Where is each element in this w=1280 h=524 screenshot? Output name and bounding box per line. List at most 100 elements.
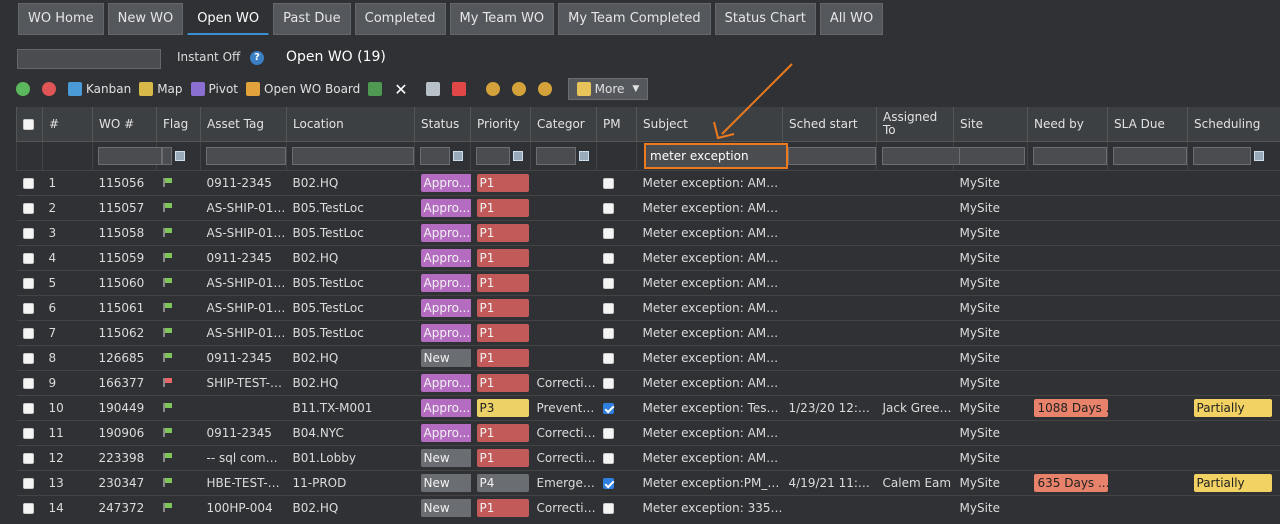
row-select-cell[interactable] [16, 270, 43, 296]
tab-completed[interactable]: Completed [354, 3, 446, 35]
table-row[interactable]: 3 115058 AS-SHIP-01_... B05.TestLoc Appro...… [16, 220, 1280, 246]
column-filter-input[interactable] [1113, 147, 1187, 165]
column-filter-input[interactable] [882, 147, 970, 165]
column-header-need-by[interactable]: Need by [1027, 107, 1108, 142]
column-header-sla-due[interactable]: SLA Due [1107, 107, 1188, 142]
wo-number[interactable]: 115062 [92, 320, 157, 346]
wo-number[interactable]: 223398 [92, 445, 157, 471]
kanban-button[interactable]: Kanban [68, 82, 131, 96]
column-filter-input[interactable] [536, 147, 576, 165]
row-checkbox[interactable] [22, 253, 34, 264]
filter-dropdown-icon[interactable] [453, 151, 463, 161]
map-button[interactable]: Map [139, 82, 183, 96]
column-filter-input[interactable] [1033, 147, 1107, 165]
filter-dropdown-icon[interactable] [579, 151, 589, 161]
wo-number[interactable]: 115057 [92, 195, 157, 221]
row-select-cell[interactable] [16, 445, 43, 471]
column-filter-input[interactable] [788, 147, 876, 165]
wo-number[interactable]: 190906 [92, 420, 157, 446]
tab-open-wo[interactable]: Open WO [187, 3, 270, 35]
row-select-cell[interactable] [16, 345, 43, 371]
row-checkbox[interactable] [22, 378, 34, 389]
table-row[interactable]: 14 247372 100HP-004 B02.HQ New P1 Corrective Me… [16, 495, 1280, 520]
pdf-button[interactable] [451, 82, 478, 96]
row-checkbox[interactable] [22, 203, 34, 214]
instant-toggle[interactable]: Instant Off [177, 50, 240, 64]
wo-number[interactable]: 166377 [92, 370, 157, 396]
row-select-cell[interactable] [16, 420, 43, 446]
wo-number[interactable]: 247372 [92, 495, 157, 520]
row-select-cell[interactable] [16, 245, 43, 271]
more-button[interactable]: More ▼ [567, 78, 649, 100]
column-filter-input[interactable] [98, 147, 162, 165]
tab-status-chart[interactable]: Status Chart [714, 3, 816, 35]
filter-dropdown-icon[interactable] [1254, 151, 1264, 161]
select-all-checkbox[interactable] [23, 118, 34, 130]
column-header-status[interactable]: Status [414, 107, 471, 142]
table-row[interactable]: 8 126685 0911-2345 B02.HQ New P1 Meter excepti… [16, 345, 1280, 371]
table-row[interactable]: 9 166377 SHIP-TEST-0... B02.HQ Appro... P1 Cor… [16, 370, 1280, 396]
table-row[interactable]: 10 190449 B11.TX-M001 Appro... P3 Preventive M… [16, 395, 1280, 421]
row-checkbox[interactable] [22, 328, 34, 339]
column-header-flag[interactable]: Flag [156, 107, 201, 142]
row-checkbox[interactable] [22, 278, 34, 289]
help-icon[interactable]: ? [250, 51, 264, 65]
tab-new-wo[interactable]: New WO [107, 3, 184, 35]
column-header-scheduling[interactable]: Scheduling [1187, 107, 1280, 142]
row-select-cell[interactable] [16, 195, 43, 221]
pivot-button[interactable]: Pivot [190, 82, 238, 96]
row-checkbox[interactable] [22, 303, 34, 314]
column-filter-input[interactable] [476, 147, 510, 165]
row-select-cell[interactable] [16, 470, 43, 496]
column-filter-input[interactable] [1193, 147, 1251, 165]
delete-button[interactable]: ✕ [394, 80, 417, 99]
table-row[interactable]: 7 115062 AS-SHIP-01_... B05.TestLoc Appro...… [16, 320, 1280, 346]
wo-number[interactable]: 115059 [92, 245, 157, 271]
table-row[interactable]: 12 223398 -- sql comm... B01.Lobby New P1 Corr… [16, 445, 1280, 471]
row-checkbox[interactable] [22, 503, 34, 514]
row-select-cell[interactable] [16, 295, 43, 321]
open-wo-board-button[interactable]: Open WO Board [246, 82, 360, 96]
table-row[interactable]: 13 230347 HBE-TEST-003 11-PROD New P4 Emergenc… [16, 470, 1280, 496]
print-button[interactable] [425, 82, 444, 96]
row-select-cell[interactable] [16, 220, 43, 246]
column-filter-input[interactable] [162, 147, 172, 165]
tab-past-due[interactable]: Past Due [273, 3, 351, 35]
wo-number[interactable]: 115058 [92, 220, 157, 246]
filter-dropdown-icon[interactable] [513, 151, 523, 161]
quick-search-input[interactable] [17, 49, 161, 69]
column-header-categor[interactable]: Categor [530, 107, 597, 142]
tab-my-team-completed[interactable]: My Team Completed [558, 3, 711, 35]
table-row[interactable]: 2 115057 AS-SHIP-01_... B05.TestLoc Appro...… [16, 195, 1280, 221]
row-select-cell[interactable] [16, 170, 43, 196]
filter-dropdown-icon[interactable] [175, 151, 185, 161]
wo-number[interactable]: 115061 [92, 295, 157, 321]
row-checkbox[interactable] [22, 478, 34, 489]
table-row[interactable]: 1 115056 0911-2345 B02.HQ Appro... P1 Meter ex… [16, 170, 1280, 196]
column-filter-input[interactable] [959, 147, 1025, 165]
column-header-wo-[interactable]: WO # [92, 107, 157, 142]
zoom-reset-button[interactable] [485, 82, 504, 96]
wo-number[interactable]: 190449 [92, 395, 157, 421]
tab-wo-home[interactable]: WO Home [18, 3, 104, 35]
wo-number[interactable]: 126685 [92, 345, 157, 371]
export-button[interactable] [368, 82, 386, 96]
column-header-assigned-to[interactable]: Assigned To [876, 107, 954, 142]
row-checkbox[interactable] [22, 228, 34, 239]
row-checkbox[interactable] [22, 453, 34, 464]
table-row[interactable]: 4 115059 0911-2345 B02.HQ Appro... P1 Meter ex… [16, 245, 1280, 271]
zoom-out-button[interactable] [537, 82, 556, 96]
wo-number[interactable]: 230347 [92, 470, 157, 496]
tab-my-team-wo[interactable]: My Team WO [449, 3, 555, 35]
row-checkbox[interactable] [22, 353, 34, 364]
column-header--[interactable]: # [42, 107, 93, 142]
row-select-cell[interactable] [16, 495, 43, 520]
wo-number[interactable]: 115056 [92, 170, 157, 196]
row-checkbox[interactable] [22, 428, 34, 439]
remove-button[interactable] [42, 82, 60, 96]
row-checkbox[interactable] [22, 403, 34, 414]
row-select-cell[interactable] [16, 395, 43, 421]
row-select-cell[interactable] [16, 320, 43, 346]
select-all-header[interactable] [16, 107, 43, 142]
row-checkbox[interactable] [22, 178, 34, 189]
